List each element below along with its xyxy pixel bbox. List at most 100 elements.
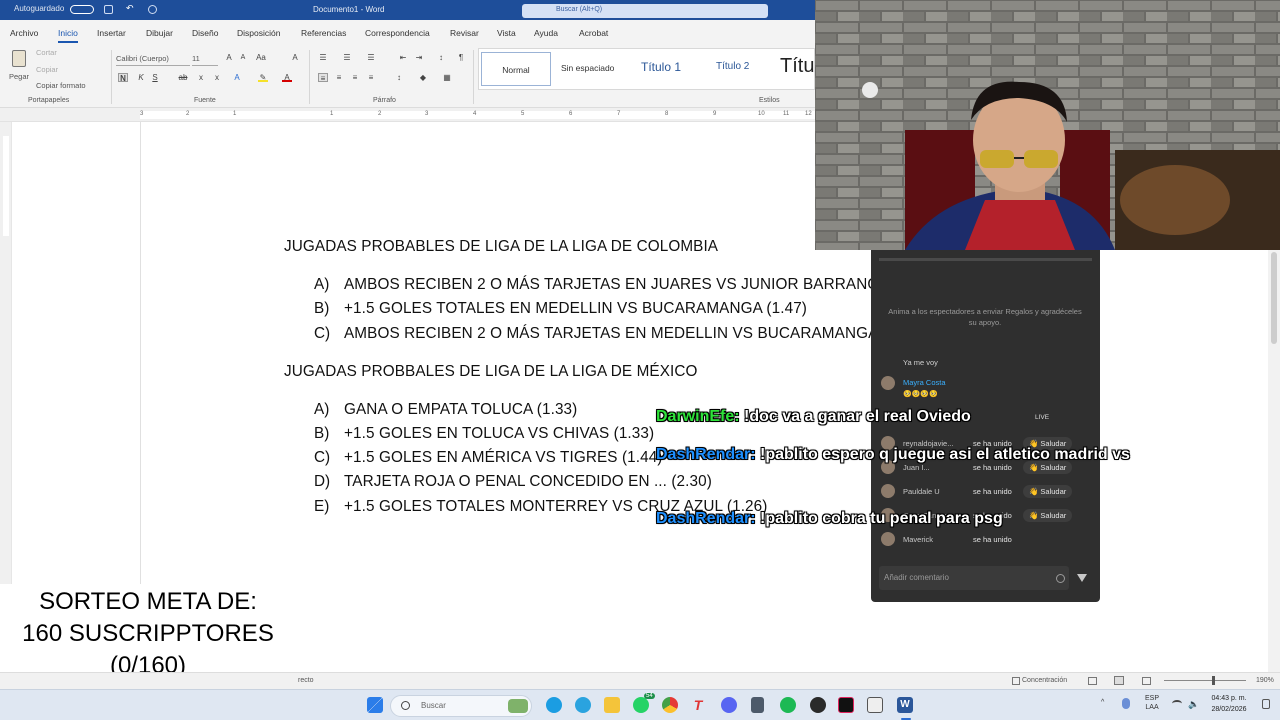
bullets-icon[interactable]: ☰ bbox=[318, 53, 328, 62]
bold-icon[interactable]: N bbox=[118, 73, 128, 83]
language-indicator[interactable]: ESP LAA bbox=[1145, 694, 1159, 712]
chrome-icon[interactable] bbox=[662, 697, 678, 713]
undo-icon[interactable]: ↶ bbox=[126, 4, 135, 13]
decrease-indent-icon[interactable]: ⇤ bbox=[398, 53, 408, 62]
volume-icon[interactable]: 🔈 bbox=[1188, 699, 1199, 710]
style-no-spacing[interactable]: Sin espaciado bbox=[561, 63, 614, 73]
comment-input[interactable]: Añadir comentario bbox=[879, 566, 1069, 590]
save-icon[interactable] bbox=[104, 5, 113, 14]
justify-icon[interactable]: ≡ bbox=[366, 73, 376, 82]
underline-icon[interactable]: S bbox=[150, 73, 160, 82]
chat-username[interactable]: Juan I... bbox=[903, 463, 930, 472]
chat-username[interactable]: Mayra Costa bbox=[903, 378, 946, 387]
format-painter-button[interactable]: Copiar formato bbox=[36, 81, 86, 90]
discord-icon[interactable] bbox=[721, 697, 737, 713]
greet-button[interactable]: 👋 Saludar bbox=[1023, 509, 1073, 522]
typora-icon[interactable]: T bbox=[690, 697, 706, 713]
avatar[interactable] bbox=[881, 376, 895, 390]
tab-correspondencia[interactable]: Correspondencia bbox=[365, 28, 430, 38]
sort-icon[interactable]: ↕ bbox=[436, 53, 446, 62]
tab-ayuda[interactable]: Ayuda bbox=[534, 28, 558, 38]
highlight-icon[interactable]: ✎ bbox=[258, 73, 268, 82]
line-spacing-icon[interactable]: ↕ bbox=[394, 73, 404, 82]
focus-icon[interactable] bbox=[1012, 677, 1020, 685]
font-color-icon[interactable]: A bbox=[282, 73, 292, 82]
tab-inicio[interactable]: Inicio bbox=[58, 28, 78, 43]
show-marks-icon[interactable]: ¶ bbox=[456, 53, 466, 62]
align-left-icon[interactable]: ≡ bbox=[318, 73, 328, 83]
style-normal[interactable]: Normal bbox=[481, 52, 551, 86]
tray-overflow-icon[interactable]: ^ bbox=[1101, 699, 1104, 706]
widgets-icon[interactable] bbox=[508, 699, 528, 713]
tab-acrobat[interactable]: Acrobat bbox=[579, 28, 608, 38]
style-heading-1[interactable]: Título 1 bbox=[641, 60, 681, 74]
italic-icon[interactable]: K bbox=[136, 73, 146, 82]
filter-icon[interactable] bbox=[1077, 574, 1087, 582]
notifications-icon[interactable] bbox=[1262, 699, 1270, 709]
tab-vista[interactable]: Vista bbox=[497, 28, 516, 38]
redo-icon[interactable] bbox=[148, 5, 157, 14]
scrollbar-thumb[interactable] bbox=[1271, 252, 1277, 344]
gmail-icon[interactable] bbox=[867, 697, 883, 713]
tab-revisar[interactable]: Revisar bbox=[450, 28, 479, 38]
tab-referencias[interactable]: Referencias bbox=[301, 28, 346, 38]
align-right-icon[interactable]: ≡ bbox=[350, 73, 360, 82]
borders-icon[interactable]: ▦ bbox=[442, 73, 452, 82]
grow-font-icon[interactable]: A bbox=[224, 53, 234, 62]
avatar[interactable] bbox=[881, 484, 895, 498]
zoom-level[interactable]: 190% bbox=[1256, 677, 1274, 684]
vertical-scrollbar[interactable] bbox=[1268, 250, 1280, 672]
tiktok-icon[interactable] bbox=[838, 697, 854, 713]
zoom-slider[interactable] bbox=[1164, 680, 1246, 681]
chat-username[interactable]: Pauldale U bbox=[903, 487, 940, 496]
style-title[interactable]: Títu bbox=[780, 55, 814, 78]
shading-icon[interactable]: ◆ bbox=[418, 73, 428, 82]
shrink-font-icon[interactable]: A bbox=[238, 53, 248, 62]
system-clock[interactable]: 04:43 p. m. 28/02/2026 bbox=[1206, 693, 1252, 715]
strikethrough-icon[interactable]: ab bbox=[178, 73, 188, 82]
change-case-icon[interactable]: Aa bbox=[256, 53, 266, 62]
file-explorer-icon[interactable] bbox=[604, 697, 620, 713]
print-layout-icon[interactable] bbox=[1114, 676, 1124, 685]
numbering-icon[interactable]: ☰ bbox=[342, 53, 352, 62]
read-mode-icon[interactable] bbox=[1088, 677, 1097, 685]
font-name-select[interactable]: Calibri (Cuerpo) bbox=[116, 52, 190, 66]
spotify-icon[interactable] bbox=[780, 697, 796, 713]
telegram-icon[interactable] bbox=[575, 697, 591, 713]
copy-button[interactable]: Copiar bbox=[36, 65, 58, 74]
list-label: A) bbox=[314, 276, 330, 293]
obs-icon[interactable] bbox=[810, 697, 826, 713]
whatsapp-icon[interactable] bbox=[633, 697, 649, 713]
avatar[interactable] bbox=[881, 532, 895, 546]
align-center-icon[interactable]: ≡ bbox=[334, 73, 344, 82]
autosave-toggle[interactable] bbox=[70, 5, 94, 14]
tab-diseno[interactable]: Diseño bbox=[192, 28, 218, 38]
edge-icon[interactable] bbox=[546, 697, 562, 713]
greet-button[interactable]: 👋 Saludar bbox=[1023, 485, 1073, 498]
cut-button[interactable]: Cortar bbox=[36, 48, 57, 57]
mic-icon[interactable] bbox=[1122, 698, 1130, 709]
word-search-box[interactable]: Buscar (Alt+Q) bbox=[522, 4, 768, 18]
word-icon[interactable]: W bbox=[897, 697, 913, 713]
subscript-icon[interactable]: x bbox=[196, 73, 206, 82]
wifi-icon[interactable] bbox=[1172, 700, 1182, 707]
windows-start-icon[interactable] bbox=[367, 697, 383, 713]
text-effects-icon[interactable]: A bbox=[232, 73, 242, 82]
paste-button[interactable]: Pegar bbox=[8, 48, 32, 88]
calculator-icon[interactable] bbox=[751, 697, 764, 713]
emoji-icon[interactable] bbox=[1056, 574, 1065, 583]
web-layout-icon[interactable] bbox=[1142, 677, 1151, 685]
increase-indent-icon[interactable]: ⇥ bbox=[414, 53, 424, 62]
style-heading-2[interactable]: Título 2 bbox=[716, 61, 749, 72]
focus-mode-button[interactable]: Concentración bbox=[1022, 677, 1067, 684]
tab-dibujar[interactable]: Dibujar bbox=[146, 28, 173, 38]
tab-archivo[interactable]: Archivo bbox=[10, 28, 38, 38]
clear-format-icon[interactable]: A bbox=[290, 53, 300, 62]
superscript-icon[interactable]: x bbox=[212, 73, 222, 82]
font-size-select[interactable]: 11 bbox=[192, 52, 218, 66]
zoom-slider-thumb[interactable] bbox=[1212, 676, 1215, 685]
chat-username[interactable]: Maverick bbox=[903, 535, 933, 544]
tab-insertar[interactable]: Insertar bbox=[97, 28, 126, 38]
multilevel-list-icon[interactable]: ☰ bbox=[366, 53, 376, 62]
tab-disposicion[interactable]: Disposición bbox=[237, 28, 280, 38]
